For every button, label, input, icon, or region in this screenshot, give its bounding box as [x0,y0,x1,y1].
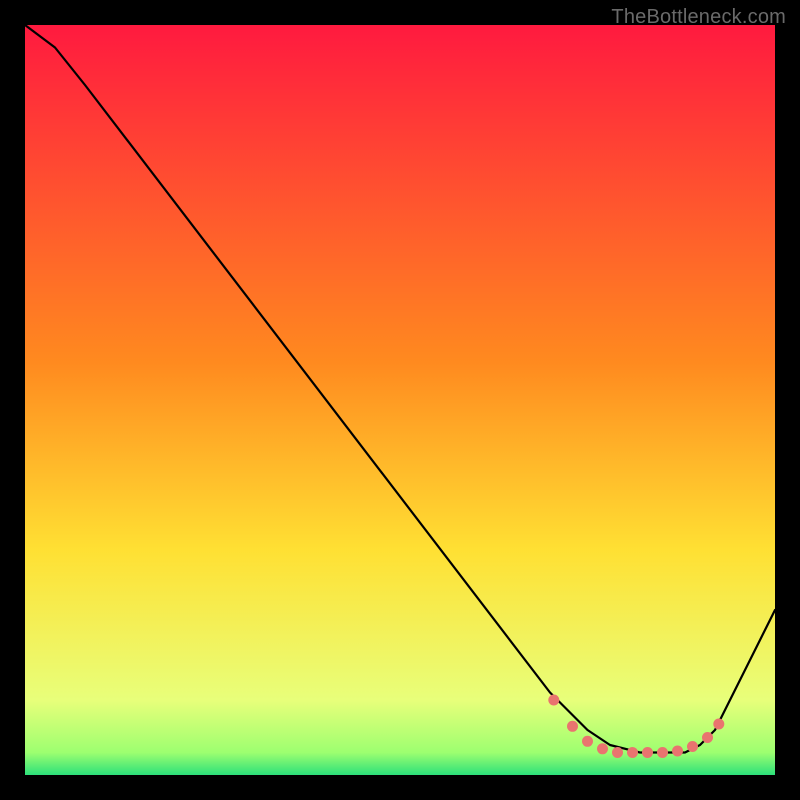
data-point [627,747,638,758]
chart-svg [25,25,775,775]
gradient-bg [25,25,775,775]
data-point [672,746,683,757]
data-point [687,741,698,752]
data-point [713,719,724,730]
data-point [567,721,578,732]
plot-area [25,25,775,775]
data-point [582,736,593,747]
data-point [702,732,713,743]
data-point [612,747,623,758]
data-point [597,743,608,754]
chart-stage: TheBottleneck.com [0,0,800,800]
data-point [642,747,653,758]
data-point [548,695,559,706]
data-point [657,747,668,758]
